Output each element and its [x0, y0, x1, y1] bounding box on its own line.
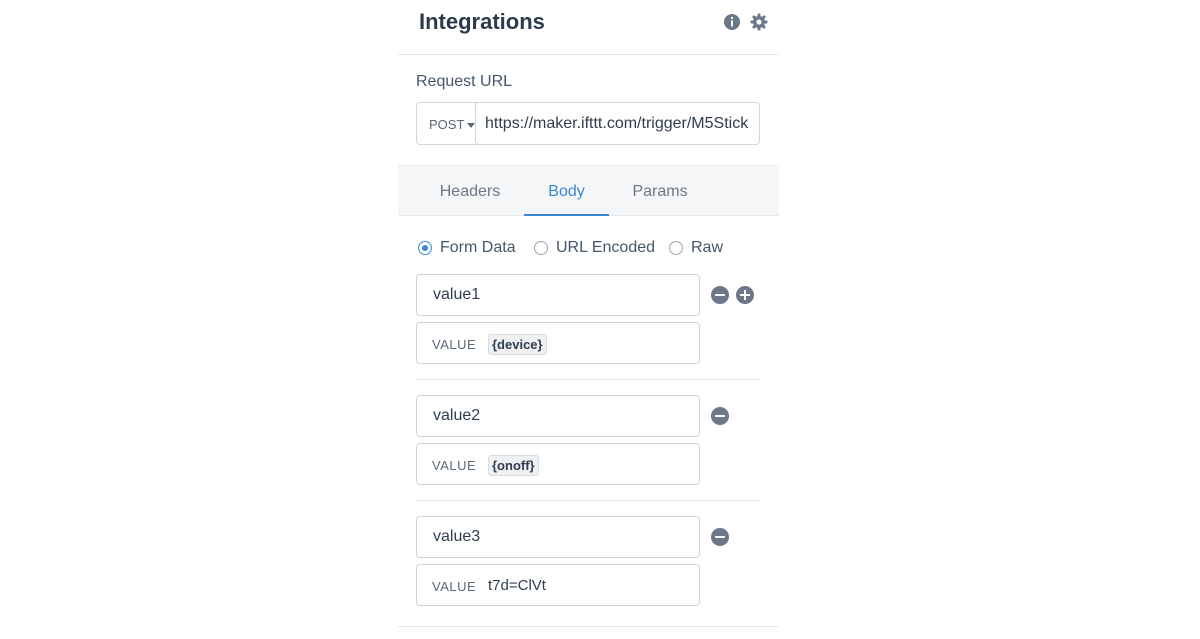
divider [416, 500, 760, 501]
param-value-input[interactable]: VALUE {device} [416, 322, 700, 364]
remove-param-button[interactable] [711, 528, 729, 546]
request-url-group: POST https://maker.ifttt.com/trigger/M5S… [416, 102, 760, 145]
tab-bar: Headers Body Params [398, 165, 779, 216]
radio-raw-label: Raw [691, 239, 724, 256]
remove-param-button[interactable] [711, 407, 729, 425]
divider [416, 379, 760, 380]
variable-token: {onoff} [488, 455, 539, 476]
panel-header: Integrations [398, 0, 779, 55]
remove-param-button[interactable] [711, 286, 729, 304]
tab-headers[interactable]: Headers [424, 166, 516, 216]
radio-form-data-label: Form Data [440, 239, 516, 256]
value-label: VALUE [432, 337, 477, 352]
radio-unchecked-icon [534, 241, 548, 255]
radio-checked-icon [418, 241, 432, 255]
divider [398, 626, 779, 627]
tab-params[interactable]: Params [618, 166, 702, 216]
param-value-text: t7d=ClVt [488, 577, 546, 594]
url-input[interactable]: https://maker.ifttt.com/trigger/M5Stick [475, 102, 760, 145]
param-key-input[interactable]: value3 [416, 516, 700, 558]
add-param-button[interactable] [736, 286, 754, 304]
page-title: Integrations [419, 9, 545, 34]
tab-body[interactable]: Body [524, 166, 609, 216]
info-icon[interactable] [723, 13, 741, 31]
param-key-input[interactable]: value2 [416, 395, 700, 437]
gear-icon[interactable] [750, 13, 768, 31]
body-type-radio-group: Form Data URL Encoded Raw [418, 237, 758, 259]
value-label: VALUE [432, 458, 477, 473]
value-label: VALUE [432, 579, 477, 594]
method-label: POST [429, 117, 465, 132]
param-key-input[interactable]: value1 [416, 274, 700, 316]
radio-unchecked-icon [669, 241, 683, 255]
chevron-down-icon [467, 123, 475, 128]
param-value-input[interactable]: VALUE {onoff} [416, 443, 700, 485]
method-select[interactable]: POST [416, 102, 478, 145]
variable-token: {device} [488, 334, 547, 355]
param-value-input[interactable]: VALUE t7d=ClVt [416, 564, 700, 606]
integrations-panel: Integrations Request URL POST https://ma… [398, 0, 779, 639]
request-url-label: Request URL [416, 73, 513, 90]
radio-url-encoded-label: URL Encoded [556, 239, 656, 256]
